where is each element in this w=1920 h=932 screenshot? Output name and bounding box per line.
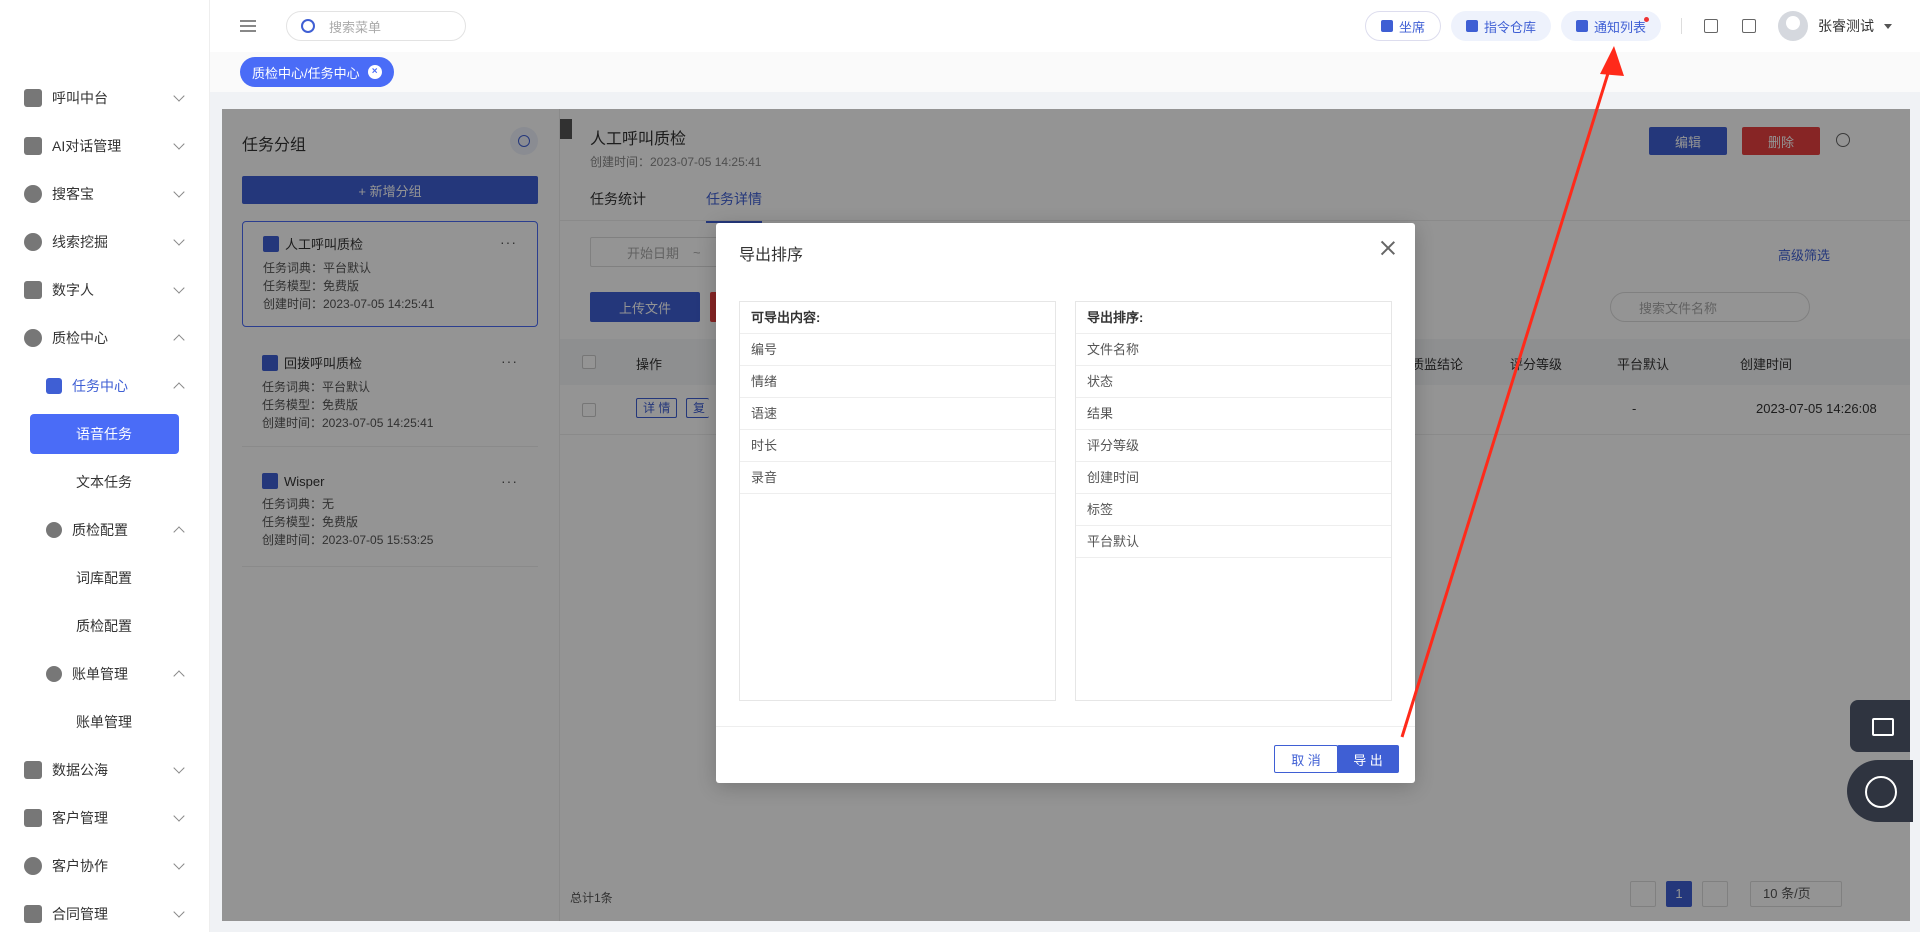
collab-icon xyxy=(24,857,42,875)
export-button[interactable]: 导 出 xyxy=(1337,745,1399,773)
headset-icon xyxy=(1380,20,1393,32)
notification-dot xyxy=(1644,17,1649,22)
cancel-button[interactable]: 取 消 xyxy=(1274,745,1338,773)
chevron-up-icon xyxy=(173,382,185,394)
chevron-up-icon xyxy=(173,670,185,682)
tag-bar: 质检中心/任务中心 × xyxy=(210,52,1920,92)
list-item[interactable]: 编号 xyxy=(740,334,1055,366)
menu-quality-config-sub[interactable]: 质检配置 xyxy=(0,602,209,650)
menu-ai-dialog[interactable]: AI对话管理 xyxy=(0,122,209,170)
sidebar: 呼叫中台 AI对话管理 搜客宝 线索挖掘 数字人 质检中心 任务中心 语音任务 … xyxy=(0,0,210,932)
list-item[interactable]: 文件名称 xyxy=(1076,334,1391,366)
menu-quality-center[interactable]: 质检中心 xyxy=(0,314,209,362)
list-item[interactable]: 语速 xyxy=(740,398,1055,430)
avatar[interactable] xyxy=(1778,11,1808,41)
list-item[interactable]: 创建时间 xyxy=(1076,462,1391,494)
dialog-title: 导出排序 xyxy=(739,247,804,264)
chevron-down-icon xyxy=(173,234,185,246)
book-icon xyxy=(24,137,42,155)
menu-bill-management-sub[interactable]: 账单管理 xyxy=(0,698,209,746)
clipboard-icon xyxy=(24,905,42,923)
list-item[interactable]: 状态 xyxy=(1076,366,1391,398)
chevron-down-icon xyxy=(173,282,185,294)
chat-float-button[interactable] xyxy=(1850,700,1910,752)
hamburger-icon[interactable] xyxy=(240,20,256,32)
task-icon xyxy=(46,378,62,394)
list-item[interactable]: 平台默认 xyxy=(1076,526,1391,558)
robot-icon xyxy=(24,281,42,299)
agent-button[interactable]: 坐席 xyxy=(1364,11,1441,41)
list-item[interactable]: 结果 xyxy=(1076,398,1391,430)
close-icon[interactable] xyxy=(1379,239,1397,257)
target-icon xyxy=(24,233,42,251)
chevron-up-icon xyxy=(173,334,185,346)
chevron-up-icon xyxy=(173,526,185,538)
menu-data-pool[interactable]: 数据公海 xyxy=(0,746,209,794)
chevron-down-icon xyxy=(173,906,185,918)
list-item[interactable]: 标签 xyxy=(1076,494,1391,526)
menu-call-center[interactable]: 呼叫中台 xyxy=(0,74,209,122)
chevron-down-icon xyxy=(173,762,185,774)
list-item[interactable]: 评分等级 xyxy=(1076,430,1391,462)
menu-task-center[interactable]: 任务中心 xyxy=(0,362,209,410)
menu-quality-config[interactable]: 质检配置 xyxy=(0,506,209,554)
export-order-list: 导出排序: 文件名称 状态 结果 评分等级 创建时间 标签 平台默认 xyxy=(1075,301,1392,701)
menu-search-input[interactable]: 搜索菜单 xyxy=(286,11,466,41)
home-icon[interactable] xyxy=(1742,19,1756,33)
export-sort-dialog: 导出排序 可导出内容: 编号 情绪 语速 时长 录音 导出排序: 文件名称 状态… xyxy=(716,223,1415,783)
search-customer-icon xyxy=(24,185,42,203)
monitor-icon xyxy=(24,89,42,107)
caret-down-icon[interactable] xyxy=(1884,23,1892,29)
chevron-down-icon xyxy=(173,90,185,102)
menu-search-customer[interactable]: 搜客宝 xyxy=(0,170,209,218)
chevron-down-icon xyxy=(173,858,185,870)
chart-icon xyxy=(24,761,42,779)
phone-float-button[interactable] xyxy=(1847,760,1913,822)
menu-customer-collab[interactable]: 客户协作 xyxy=(0,842,209,890)
chevron-down-icon xyxy=(173,810,185,822)
list-item[interactable]: 时长 xyxy=(740,430,1055,462)
search-icon xyxy=(301,19,315,33)
notice-icon xyxy=(1575,20,1588,32)
chevron-down-icon xyxy=(173,138,185,150)
shield-icon xyxy=(46,522,62,538)
chevron-down-icon xyxy=(173,186,185,198)
menu-lexicon-config[interactable]: 词库配置 xyxy=(0,554,209,602)
menu-text-task[interactable]: 文本任务 xyxy=(0,458,209,506)
list-item[interactable]: 情绪 xyxy=(740,366,1055,398)
close-icon[interactable]: × xyxy=(367,65,382,79)
menu-digital-human[interactable]: 数字人 xyxy=(0,266,209,314)
list-item[interactable]: 录音 xyxy=(740,462,1055,494)
menu-contract-management[interactable]: 合同管理 xyxy=(0,890,209,932)
user-name[interactable]: 张睿测试 xyxy=(1818,16,1874,36)
menu-bill-management[interactable]: 账单管理 xyxy=(0,650,209,698)
inspect-icon xyxy=(24,329,42,347)
customer-icon xyxy=(24,809,42,827)
notification-list-button[interactable]: 通知列表 xyxy=(1560,11,1661,41)
active-tab-tag[interactable]: 质检中心/任务中心 × xyxy=(240,57,394,87)
bill-icon xyxy=(46,666,62,682)
top-header: 搜索菜单 坐席 指令仓库 通知列表 张睿测试 xyxy=(210,0,1920,52)
command-repo-button[interactable]: 指令仓库 xyxy=(1450,11,1551,41)
menu-lead-mining[interactable]: 线索挖掘 xyxy=(0,218,209,266)
screen-icon[interactable] xyxy=(1704,19,1718,33)
command-icon xyxy=(1465,20,1478,32)
exportable-list: 可导出内容: 编号 情绪 语速 时长 录音 xyxy=(739,301,1056,701)
menu-voice-task[interactable]: 语音任务 xyxy=(30,414,179,454)
menu-customer-management[interactable]: 客户管理 xyxy=(0,794,209,842)
